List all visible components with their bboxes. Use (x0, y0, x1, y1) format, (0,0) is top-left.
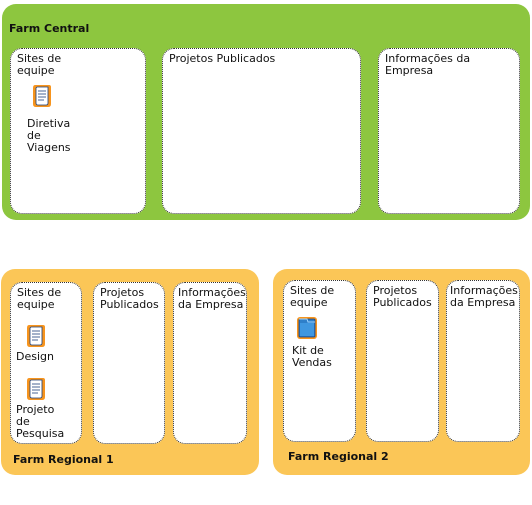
document-scroll-icon (27, 378, 45, 400)
regional1-company-info-label: Informações da Empresa (178, 286, 246, 311)
document-scroll-icon (27, 325, 45, 347)
regional2-company-info-box: Informações da Empresa (446, 280, 520, 442)
regional2-published-projects-label: Projetos Publicados (373, 284, 432, 309)
regional2-company-info-label: Informações da Empresa (450, 284, 518, 309)
central-company-info-box: Informações da Empresa (378, 48, 520, 214)
regional1-published-projects-box: Projetos Publicados (93, 282, 165, 444)
regional2-published-projects-box: Projetos Publicados (366, 280, 439, 442)
farm-central-title: Farm Central (9, 22, 90, 35)
farm-regional-2-title: Farm Regional 2 (288, 450, 389, 463)
regional2-item-kit-vendas-label: Kit de Vendas (292, 344, 332, 369)
central-company-info-label: Informações da Empresa (385, 52, 471, 77)
central-item-diretiva-label: Diretiva de Viagens (27, 117, 71, 154)
central-team-sites-label: Sites de equipe (17, 52, 62, 77)
regional1-published-projects-label: Projetos Publicados (100, 286, 159, 311)
farm-regional-2: Sites de equipe Projetos Publicados Info… (273, 269, 530, 475)
central-published-projects-label: Projetos Publicados (169, 52, 276, 65)
farm-regional-1: Sites de equipe Projetos Publicados Info… (1, 269, 259, 475)
central-published-projects-box: Projetos Publicados (162, 48, 361, 214)
farm-regional-1-title: Farm Regional 1 (13, 453, 114, 466)
regional1-team-sites-label: Sites de equipe (17, 286, 62, 311)
regional1-item-projeto-pesquisa-label: Projeto de Pesquisa (16, 403, 65, 440)
farm-central: Farm Central Sites de equipe Projetos Pu… (2, 4, 530, 220)
regional1-item-design-label: Design (16, 350, 54, 363)
document-scroll-icon (33, 85, 51, 107)
regional1-company-info-box: Informações da Empresa (173, 282, 247, 444)
folder-icon (297, 317, 317, 339)
regional2-team-sites-label: Sites de equipe (290, 284, 335, 309)
